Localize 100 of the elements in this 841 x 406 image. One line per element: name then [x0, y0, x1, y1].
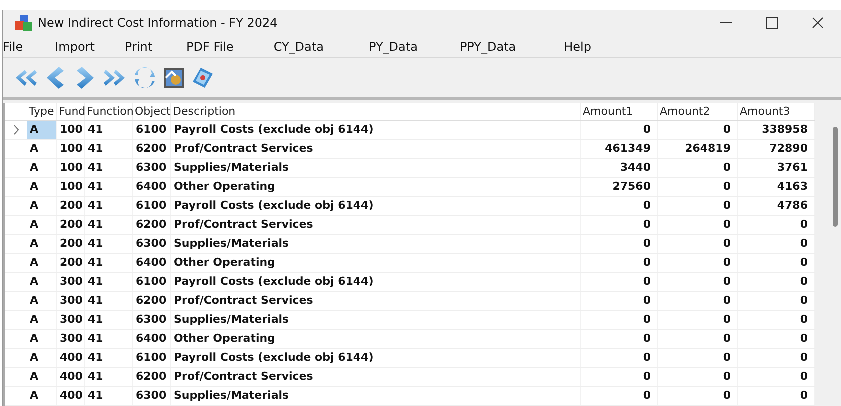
menu-item[interactable]: PDF File [186, 40, 234, 54]
table-cell: 200 [57, 254, 85, 272]
table-cell: 6400 [133, 178, 171, 196]
column-header[interactable]: Amount2 [658, 103, 738, 120]
menu-item[interactable]: Import [55, 40, 95, 54]
table-cell: 41 [85, 349, 133, 367]
table-cell: 0 [581, 292, 658, 310]
table-cell: A [27, 368, 57, 386]
table-cell: Payroll Costs (exclude obj 6144) [171, 121, 581, 139]
scrollbar-thumb[interactable] [833, 127, 838, 227]
table-cell: 0 [658, 235, 738, 253]
table-cell: 400 [57, 349, 85, 367]
column-header[interactable]: Type [27, 103, 57, 120]
table-cell: 41 [85, 330, 133, 348]
close-icon[interactable] [812, 17, 824, 29]
table-cell: 400 [57, 387, 85, 405]
table-cell: Payroll Costs (exclude obj 6144) [171, 197, 581, 215]
table-cell: Supplies/Materials [171, 387, 581, 405]
column-header[interactable]: Function [85, 103, 133, 120]
table-cell: 6200 [133, 216, 171, 234]
table-cell: 100 [57, 159, 85, 177]
menu-item[interactable]: File [3, 40, 24, 54]
menu-item[interactable]: CY_Data [274, 40, 324, 54]
menu-item[interactable]: Help [564, 40, 592, 54]
table-cell: 6100 [133, 121, 171, 139]
column-header[interactable]: Fund [57, 103, 85, 120]
table-cell: 461349 [581, 140, 658, 158]
table-cell: 0 [658, 197, 738, 215]
table-cell: A [27, 254, 57, 272]
table-cell: Prof/Contract Services [171, 368, 581, 386]
table-cell: 0 [581, 349, 658, 367]
table-cell: 0 [658, 254, 738, 272]
table-cell: 41 [85, 178, 133, 196]
table-cell: 0 [658, 330, 738, 348]
table-cell: Prof/Contract Services [171, 292, 581, 310]
table-cell: 0 [658, 159, 738, 177]
refresh-icon[interactable] [133, 66, 157, 90]
table-cell: 6100 [133, 349, 171, 367]
table-cell: 0 [738, 368, 815, 386]
table-cell: 0 [658, 273, 738, 291]
table-cell: 0 [581, 368, 658, 386]
table-cell: 6200 [133, 292, 171, 310]
table-cell: 300 [57, 311, 85, 329]
table-cell: 0 [581, 121, 658, 139]
table-cell: A [27, 216, 57, 234]
table-cell: 41 [85, 273, 133, 291]
menu-item[interactable]: Print [124, 40, 153, 54]
table-cell: A [27, 140, 57, 158]
table-cell: 0 [581, 330, 658, 348]
table-cell: 0 [738, 216, 815, 234]
table-cell: 0 [581, 197, 658, 215]
table-cell: A [27, 330, 57, 348]
table-cell: 100 [57, 140, 85, 158]
column-header[interactable]: Amount1 [581, 103, 658, 120]
table-cell: 6300 [133, 387, 171, 405]
table-cell: 41 [85, 197, 133, 215]
table-cell: 300 [57, 273, 85, 291]
table-cell: A [27, 178, 57, 196]
table-cell: 0 [738, 254, 815, 272]
table-cell: Other Operating [171, 178, 581, 196]
table-cell: 0 [581, 311, 658, 329]
table-cell: Other Operating [171, 254, 581, 272]
table-cell: 0 [738, 330, 815, 348]
table-cell: Prof/Contract Services [171, 140, 581, 158]
table-cell: 41 [85, 121, 133, 139]
table-cell: Payroll Costs (exclude obj 6144) [171, 273, 581, 291]
window-title: New Indirect Cost Information - FY 2024 [38, 16, 279, 30]
table-cell: 200 [57, 197, 85, 215]
table-cell: 3440 [581, 159, 658, 177]
maximize-icon[interactable] [766, 17, 778, 29]
column-header[interactable]: Object [133, 103, 171, 120]
menu-item[interactable]: PPY_Data [460, 40, 516, 54]
table-cell: 0 [658, 368, 738, 386]
table-cell: 0 [658, 178, 738, 196]
table-cell: 6100 [133, 197, 171, 215]
minimize-icon[interactable] [720, 22, 732, 24]
table-cell: 0 [738, 273, 815, 291]
table-cell: A [27, 235, 57, 253]
table-cell: 0 [738, 292, 815, 310]
table-cell: 41 [85, 254, 133, 272]
table-cell: 0 [658, 216, 738, 234]
table-cell: 41 [85, 311, 133, 329]
column-header[interactable]: Amount3 [738, 103, 815, 120]
table-cell: 41 [85, 159, 133, 177]
table-cell: Supplies/Materials [171, 235, 581, 253]
table-cell: 6400 [133, 254, 171, 272]
table-cell: A [27, 311, 57, 329]
table-cell: 400 [57, 368, 85, 386]
column-header[interactable]: Description [171, 103, 581, 120]
table-cell: 3761 [738, 159, 815, 177]
table-cell: 6300 [133, 311, 171, 329]
table-cell: A [27, 292, 57, 310]
table-cell: A [27, 387, 57, 405]
table-cell: 0 [658, 292, 738, 310]
table-cell: Other Operating [171, 330, 581, 348]
picture-frame-icon[interactable] [162, 66, 186, 90]
table-cell: A [27, 349, 57, 367]
table-cell: 0 [581, 235, 658, 253]
table-cell: 200 [57, 235, 85, 253]
menu-item[interactable]: PY_Data [368, 40, 418, 54]
